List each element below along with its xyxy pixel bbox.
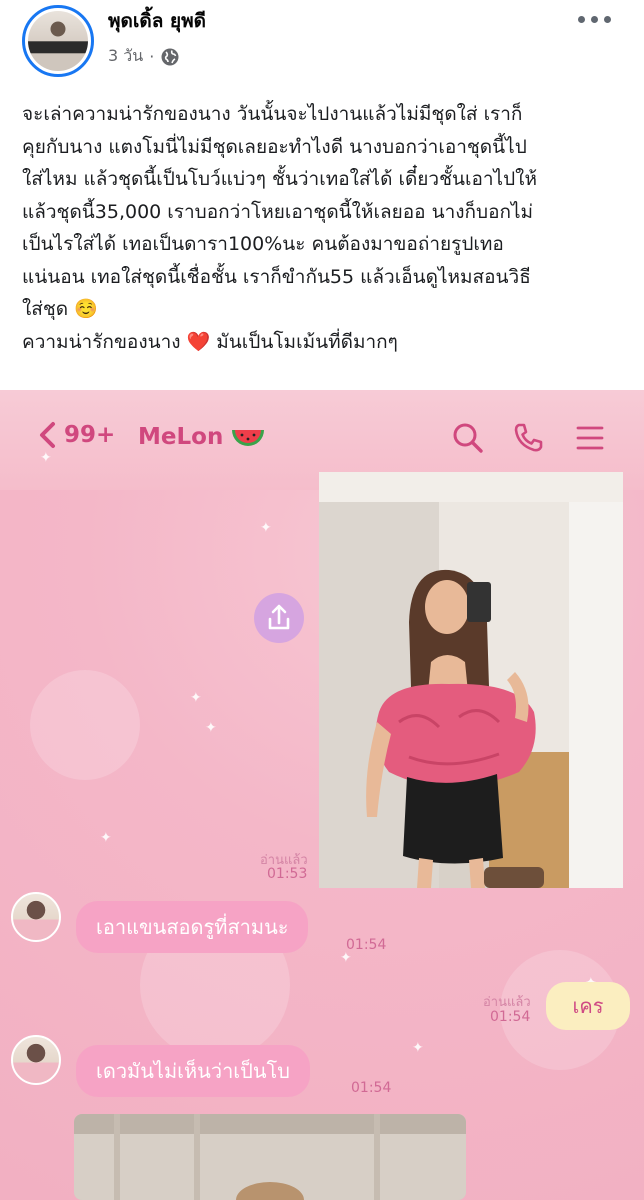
post-meta: 3 วัน · — [108, 44, 180, 69]
post-header: พุดเดิ้ล ยุพดี 3 วัน · — [0, 0, 644, 90]
avatar-image — [28, 11, 88, 71]
unread-count: 99+ — [64, 422, 116, 448]
sparkle: ✦ — [100, 830, 112, 846]
sparkle: ✦ — [190, 690, 202, 706]
contact-name: MeLon — [138, 424, 224, 450]
photo-illustration — [319, 472, 623, 888]
menu-icon[interactable] — [572, 420, 608, 456]
message-bubble-contact[interactable]: เอาแขนสอดรูที่สามนะ — [76, 901, 309, 953]
post-text-line: ใส่ไหม แล้วชุดนี้เป็นโบว์แบ่วๆ ชั้นว่าเท… — [22, 168, 537, 190]
share-icon — [268, 604, 290, 630]
share-button[interactable] — [254, 593, 304, 643]
message-time: 01:54 — [346, 937, 387, 953]
message-time: 01:53 — [267, 866, 308, 882]
sparkle: ✦ — [40, 450, 52, 466]
message-bubble-me[interactable]: เคร — [546, 982, 630, 1030]
chevron-left-icon — [40, 422, 55, 448]
post-text: จะเล่าความน่ารักของนาง วันนั้นจะไปงานแล้… — [22, 98, 632, 358]
post-text-line: จะเล่าความน่ารักของนาง วันนั้นจะไปงานแล้… — [22, 103, 523, 125]
sparkle: ✦ — [205, 720, 217, 736]
post-text-line: เป็นไรใส่ได้ เทอเป็นดารา100%นะ คนต้องมาข… — [22, 233, 504, 255]
author-name[interactable]: พุดเดิ้ล ยุพดี — [108, 6, 206, 36]
post-time[interactable]: 3 วัน — [108, 44, 143, 69]
post-text-line: ใส่ชุด ☺️ — [22, 298, 98, 320]
back-button[interactable]: 99+ — [34, 420, 115, 450]
attached-chat-screenshot[interactable]: 99+ MeLon ✦ ✦ ✦ ✦ ✦ ✦ ✦ ✦ — [0, 390, 644, 1200]
meta-separator: · — [149, 47, 155, 66]
message-time: 01:54 — [351, 1080, 392, 1096]
photo-illustration — [74, 1114, 466, 1200]
message-bubble-contact[interactable]: เดวมันไม่เห็นว่าเป็นโบ — [76, 1045, 310, 1097]
post-text-line: แล้วชุดนี้35,000 เราบอกว่าโหยเอาชุดนี้ให… — [22, 200, 534, 223]
post-text-line: คุยกับนาง แตงโมนี่ไม่มีชุดเลยอะทำไงดี นา… — [22, 135, 527, 158]
post-text-line: แน่นอน เทอใส่ชุดนี้เชื่อชั้น เราก็ขำกัน5… — [22, 265, 531, 288]
message-time: 01:54 — [490, 1009, 531, 1025]
phone-icon[interactable] — [510, 420, 546, 456]
contact-avatar[interactable] — [11, 892, 61, 942]
sparkle: ✦ — [412, 1040, 424, 1056]
watermelon-icon — [232, 430, 264, 446]
post-text-line: ความน่ารักของนาง ❤️ มันเป็นโมเม้นที่ดีมา… — [22, 330, 398, 353]
contact-photo[interactable] — [74, 1114, 466, 1200]
more-horizontal-icon[interactable] — [578, 12, 614, 26]
sparkle: ✦ — [260, 520, 272, 536]
search-icon[interactable] — [450, 420, 486, 456]
globe-icon[interactable] — [160, 47, 180, 67]
sent-photo[interactable] — [319, 472, 623, 888]
author-avatar[interactable] — [22, 5, 94, 77]
contact-avatar[interactable] — [11, 1035, 61, 1085]
